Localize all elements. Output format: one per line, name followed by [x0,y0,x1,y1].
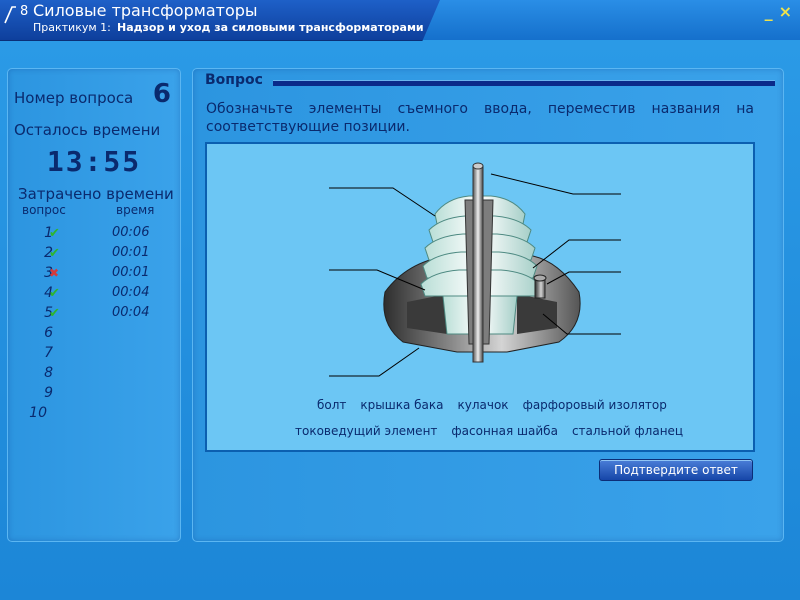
minimize-button[interactable]: _ [765,4,773,20]
question-row-time: 00:06 [112,225,150,240]
column-question-header: вопрос [22,203,66,217]
leader-line-right-1 [490,173,621,195]
labels-row-2: токоведущий элемент фасонная шайба стально… [293,422,685,440]
draggable-label[interactable]: болт [315,396,348,414]
question-row[interactable]: 7 [8,343,180,363]
title-bar: 8 Силовые трансформаторы Практикум 1: На… [0,0,800,41]
draggable-label[interactable]: фасонная шайба [449,422,560,440]
leader-line-left-3 [329,347,420,377]
practicum-title: Надзор и уход за силовыми трансформатора… [117,21,424,34]
draggable-label[interactable]: фарфоровый изолятор [521,396,669,414]
question-row-time: 00:01 [112,265,150,280]
question-text: Обозначьте элементы съемного ввода, пере… [206,101,754,135]
app-title: Силовые трансформаторы [33,1,258,20]
question-row[interactable]: 6 [8,323,180,343]
question-row-number: 7 [44,345,53,361]
draggable-label[interactable]: токоведущий элемент [293,422,439,440]
cross-icon: ✖ [49,266,60,280]
question-row-number: 10 [29,405,47,421]
question-row-number: 9 [44,385,53,401]
question-row[interactable]: 1 ✔ 00:06 [8,223,180,243]
question-row[interactable]: 10 [8,403,180,423]
question-row[interactable]: 8 [8,363,180,383]
check-icon: ✔ [49,286,60,301]
labels-row-1: болт крышка бака кулачок фарфоровый изолято… [315,396,669,414]
section-title: Вопрос [205,72,263,88]
question-row[interactable]: 9 [8,383,180,403]
draggable-label[interactable]: стальной фланец [570,422,685,440]
time-remaining-label: Осталось времени [14,121,161,139]
time-spent-label: Затрачено времени [18,185,174,203]
question-row[interactable]: 5 ✔ 00:04 [8,303,180,323]
question-row-time: 00:04 [112,285,150,300]
draggable-label[interactable]: кулачок [456,396,511,414]
check-icon: ✔ [49,246,60,261]
close-button[interactable]: × [779,4,792,20]
question-row[interactable]: 3 ✖ 00:01 [8,263,180,283]
conductor-rod-shape [472,165,484,363]
confirm-answer-button[interactable]: Подтвердите ответ [599,459,753,481]
drag-drop-area[interactable]: болт крышка бака кулачок фарфоровый изолято… [205,142,755,452]
question-row[interactable]: 4 ✔ 00:04 [8,283,180,303]
column-time-header: время [116,203,155,217]
question-panel: Вопрос Обозначьте элементы съемного ввод… [192,68,784,542]
draggable-label[interactable]: крышка бака [358,396,445,414]
question-row-number: 6 [44,325,53,341]
question-row-number: 8 [44,365,53,381]
question-number-label: Номер вопроса [14,89,134,107]
rod-top-shape [472,162,484,170]
section-divider [273,80,775,86]
question-row-time: 00:01 [112,245,150,260]
practicum-label: Практикум 1: [33,21,111,34]
question-number-value: 6 [152,79,171,109]
check-icon: ✔ [49,306,60,321]
leader-line-left-1 [329,187,436,217]
progress-panel: Номер вопроса 6 Осталось времени 13:55 З… [7,68,181,542]
question-row-time: 00:04 [112,305,150,320]
question-row[interactable]: 2 ✔ 00:01 [8,243,180,263]
bolt-shape [533,274,547,299]
check-icon: ✔ [49,226,60,241]
module-number: 8 [20,4,29,19]
countdown-timer: 13:55 [46,145,142,178]
